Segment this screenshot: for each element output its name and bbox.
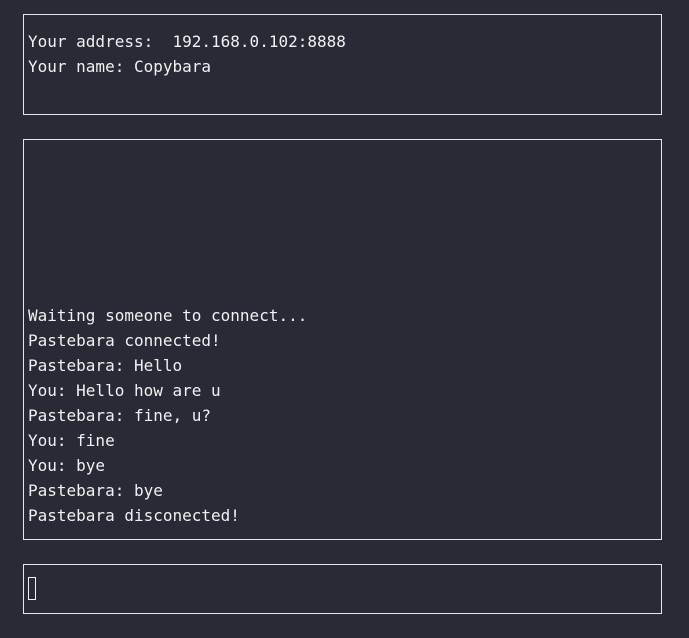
text-cursor bbox=[28, 577, 36, 600]
chat-message: Pastebara: bye bbox=[28, 481, 163, 500]
chat-messages: Waiting someone to connect... Pastebara … bbox=[28, 303, 657, 528]
address-line: Your address: 192.168.0.102:8888 bbox=[28, 32, 346, 51]
chat-message: You: bye bbox=[28, 456, 106, 475]
chat-message: You: fine bbox=[28, 431, 115, 450]
chat-message: You: Hello how are u bbox=[28, 381, 221, 400]
connection-info-panel: Your address: 192.168.0.102:8888 Your na… bbox=[23, 14, 662, 115]
chat-message: Pastebara connected! bbox=[28, 331, 221, 350]
message-input-box[interactable] bbox=[23, 564, 662, 614]
chat-log-panel[interactable]: Waiting someone to connect... Pastebara … bbox=[23, 139, 662, 540]
chat-message: Pastebara: Hello bbox=[28, 356, 183, 375]
chat-message: Waiting someone to connect... bbox=[28, 306, 308, 325]
name-line: Your name: Copybara bbox=[28, 57, 212, 76]
chat-message: Pastebara disconected! bbox=[28, 506, 240, 525]
chat-message: Pastebara: fine, u? bbox=[28, 406, 212, 425]
